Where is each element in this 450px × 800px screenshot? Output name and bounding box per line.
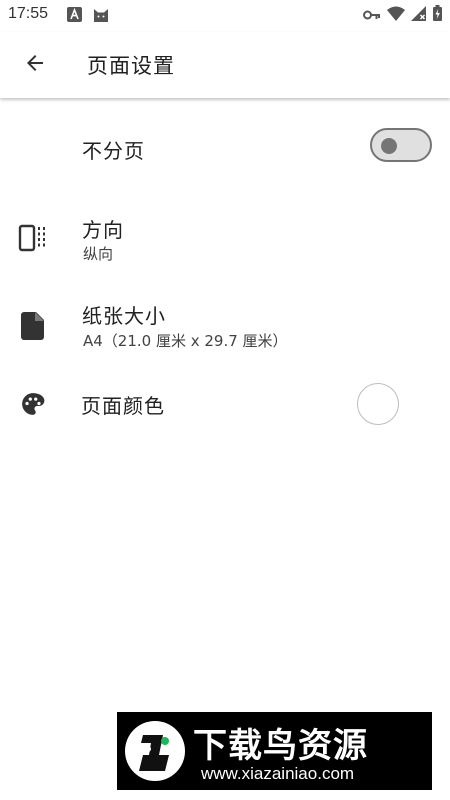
watermark-title: 下载鸟资源 [193,726,368,766]
setting-row-page-color[interactable]: 页面颜色 [0,368,450,440]
setting-summary-paper-size: A4（21.0 厘米 x 29.7 厘米） [83,332,288,350]
app-bar: 页面设置 [0,32,450,98]
a-box-notification-icon [67,7,82,22]
setting-summary-orientation: 纵向 [83,245,114,263]
status-bar: 17:55 [0,0,450,32]
setting-row-no-pagination[interactable]: 不分页 [0,98,450,194]
setting-row-orientation[interactable]: 方向 纵向 [0,194,450,282]
palette-icon [18,389,48,419]
vpn-key-icon [363,6,381,25]
description-icon [18,311,48,341]
arrow-back-icon [23,51,47,79]
page-title: 页面设置 [87,54,175,78]
page-color-swatch[interactable] [357,383,399,425]
watermark-url: www.xiazainiao.com [201,764,355,783]
setting-title-paper-size: 纸张大小 [82,304,166,328]
setting-title-orientation: 方向 [82,218,124,242]
no-pagination-switch[interactable] [370,128,432,162]
battery-icon [433,5,442,25]
screen-rotation-icon [18,223,48,253]
watermark-banner: 下载鸟资源 www.xiazainiao.com [117,712,432,790]
status-time: 17:55 [8,5,49,22]
back-button[interactable] [14,44,56,86]
cellular-signal-icon [411,5,427,25]
cat-notification-icon [93,7,108,22]
setting-title-page-color: 页面颜色 [81,394,165,418]
status-right-icons [363,5,442,25]
bird-logo-icon [125,721,185,781]
switch-thumb [381,138,397,154]
setting-title-no-pagination: 不分页 [82,139,145,163]
setting-row-paper-size[interactable]: 纸张大小 A4（21.0 厘米 x 29.7 厘米） [0,282,450,370]
wifi-icon [387,6,405,25]
